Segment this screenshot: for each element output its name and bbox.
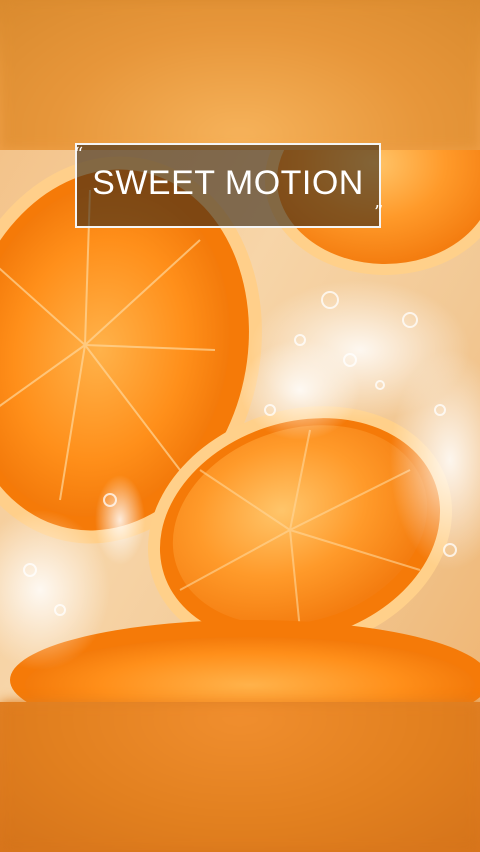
blurred-background-bottom: [0, 702, 480, 852]
title-text: SWEET MOTION: [92, 164, 364, 202]
orange-slices-image: [0, 150, 480, 702]
orange-slices-illustration: [0, 150, 480, 702]
closing-quote-mark: ”: [374, 202, 384, 223]
blurred-background-top: [0, 0, 480, 150]
title-banner[interactable]: SWEET MOTION: [75, 143, 381, 228]
opening-quote-mark: “: [74, 144, 84, 165]
